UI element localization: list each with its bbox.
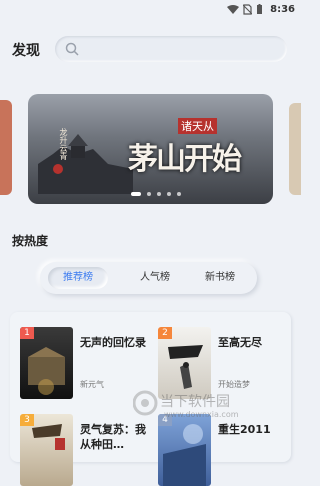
tab-popular[interactable]: 人气榜 [125, 267, 185, 289]
tab-recommended[interactable]: 推荐榜 [48, 267, 108, 289]
book-item[interactable]: 1 无声的回忆录 新元气 [20, 327, 150, 402]
status-icons [227, 4, 263, 15]
banner-subtitle: 诸天从 [178, 118, 217, 134]
wifi-icon [227, 4, 239, 14]
search-icon [65, 42, 79, 56]
banner-carousel[interactable]: 龙升云青 诸天从 茅山开始 [28, 94, 273, 204]
section-title: 按热度 [12, 234, 49, 248]
carousel-dot[interactable] [131, 192, 141, 196]
carousel-dots [131, 192, 181, 196]
book-list: 1 无声的回忆录 新元气 2 至高无尽 开始造梦 3 灵气复苏：我从种田… 4 … [10, 312, 291, 486]
tab-new-books[interactable]: 新书榜 [190, 267, 250, 289]
book-cover: 1 [20, 327, 73, 399]
book-title: 至高无尽 [218, 336, 262, 349]
ranking-tabs: 推荐榜 人气榜 新书榜 [40, 262, 257, 294]
rank-badge: 3 [20, 414, 34, 426]
rank-badge: 2 [158, 327, 172, 339]
banner-next-peek[interactable] [289, 103, 301, 195]
status-bar: 8:36 [0, 0, 301, 22]
watermark-url: www.downxia.com [164, 410, 239, 419]
carousel-dot[interactable] [147, 192, 151, 196]
carousel-dot[interactable] [157, 192, 161, 196]
book-item[interactable]: 3 灵气复苏：我从种田… [20, 414, 150, 486]
watermark-text: 当下软件园 [160, 394, 230, 410]
book-cover: 4 [158, 414, 211, 486]
carousel-dot[interactable] [167, 192, 171, 196]
banner-vertical-text: 龙升云青 [59, 128, 68, 160]
rank-badge: 1 [20, 327, 34, 339]
book-title: 无声的回忆录 [80, 336, 146, 349]
banner-title: 茅山开始 [128, 142, 242, 177]
book-author: 新元气 [80, 380, 104, 389]
search-input[interactable] [55, 36, 287, 62]
book-title: 重生2011 [218, 423, 271, 436]
banner-prev-peek[interactable] [0, 100, 12, 195]
no-sim-icon [243, 4, 252, 15]
book-item[interactable]: 4 重生2011 [158, 414, 288, 486]
banner-artwork [38, 134, 133, 194]
book-title: 灵气复苏：我从种田… [80, 423, 146, 451]
page-title: 发现 [12, 43, 40, 59]
status-time: 8:36 [270, 4, 295, 15]
battery-icon [257, 4, 262, 14]
carousel-dot[interactable] [177, 192, 181, 196]
book-cover: 3 [20, 414, 73, 486]
